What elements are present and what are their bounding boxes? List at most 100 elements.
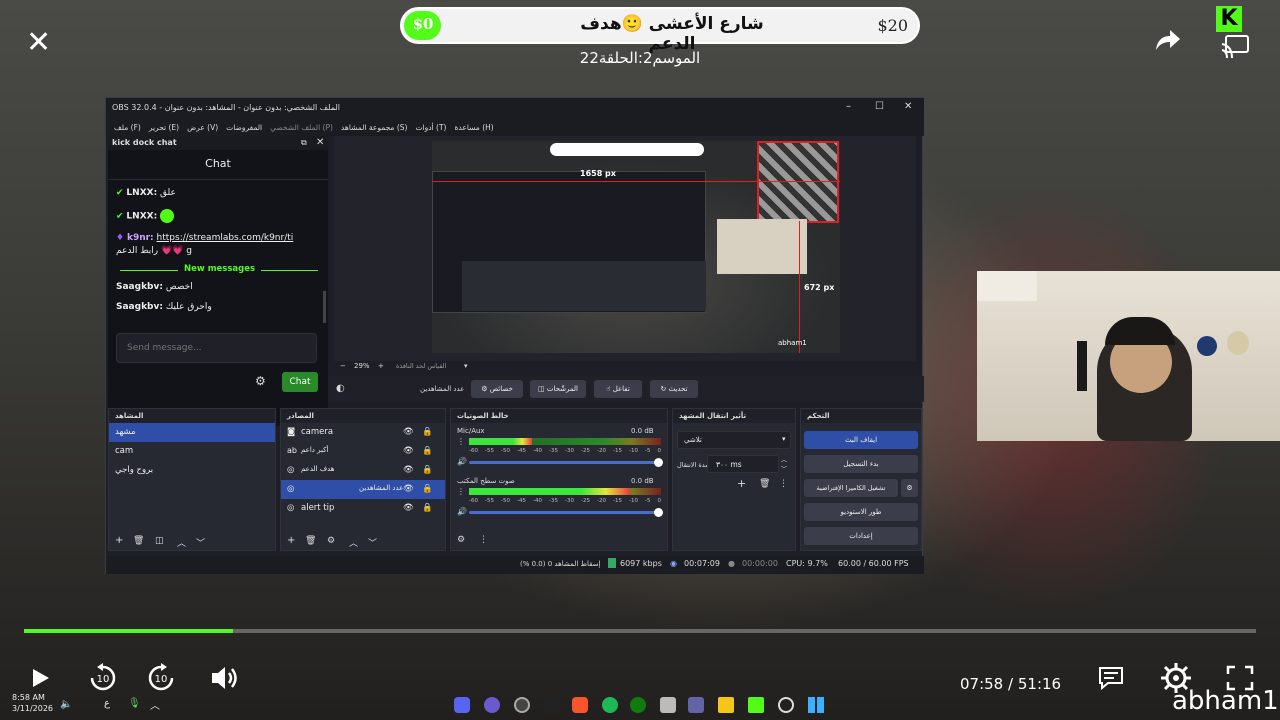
trash-icon[interactable]: 🗑 xyxy=(759,479,770,489)
minimize-icon[interactable]: – xyxy=(846,101,851,112)
lock-icon[interactable]: 🔒 xyxy=(422,446,433,456)
mic-icon[interactable]: 🎙 xyxy=(128,698,141,709)
selection-box[interactable] xyxy=(757,141,839,223)
discord-icon[interactable] xyxy=(454,697,470,713)
menu-edit[interactable]: تحرير (E) xyxy=(149,123,179,132)
speaker-icon[interactable]: 🔊 xyxy=(457,457,467,466)
duration-input[interactable]: ٣٠٠ ms xyxy=(707,455,779,473)
store-icon[interactable] xyxy=(660,697,676,713)
mixer-settings-icon[interactable]: ⚙ xyxy=(457,535,465,545)
xbox-icon[interactable] xyxy=(630,697,646,713)
more-icon[interactable]: ⋮ xyxy=(779,479,788,489)
studio-mode-button[interactable]: طور الاستوديو xyxy=(804,503,918,521)
add-transition-icon[interactable]: + xyxy=(737,477,746,490)
scene-item[interactable]: مشهد xyxy=(109,423,275,442)
lock-icon[interactable]: 🔒 xyxy=(422,484,433,494)
menu-help[interactable]: مساعدة (H) xyxy=(454,123,493,132)
eye-icon[interactable]: 👁 xyxy=(403,484,414,494)
rewind-10-icon[interactable]: 10 xyxy=(88,663,118,693)
scene-item[interactable]: بروح واجي xyxy=(109,461,275,480)
refresh-button[interactable]: ↻ تحديث xyxy=(650,380,698,398)
scale-dropdown[interactable]: القياس لحد النافذة xyxy=(396,362,446,370)
virtual-cam-button[interactable]: تشغيل الكاميرا الإفتراضية xyxy=(804,479,898,497)
spotify-icon[interactable] xyxy=(602,697,618,713)
filters-button[interactable]: ◫ المرشّحات xyxy=(530,380,586,398)
interact-button[interactable]: ☝ تفاعل xyxy=(594,380,642,398)
search-icon[interactable] xyxy=(778,697,794,713)
speaker-icon[interactable]: 🔈 xyxy=(60,699,72,710)
settings-button[interactable]: إعدادات xyxy=(804,527,918,545)
move-up-icon[interactable]: ︿ xyxy=(177,536,186,549)
kick-icon[interactable] xyxy=(748,697,764,713)
more-icon[interactable]: ⋮ xyxy=(457,487,465,496)
eye-icon[interactable]: 👁 xyxy=(403,427,414,437)
speaker-icon[interactable]: 🔊 xyxy=(457,507,467,516)
eye-icon[interactable]: 👁 xyxy=(403,446,414,456)
menu-profile[interactable]: الملف الشخصي (P) xyxy=(270,123,333,132)
eye-icon[interactable]: 👁 xyxy=(403,465,414,475)
menu-docks[interactable]: المفروضات xyxy=(226,123,262,132)
volume-slider[interactable] xyxy=(469,458,663,467)
folder-icon[interactable] xyxy=(718,697,734,713)
add-scene-icon[interactable]: + xyxy=(115,535,123,546)
filter-icon[interactable]: ◫ xyxy=(155,536,164,546)
transition-select[interactable]: تلاشي ▾ xyxy=(677,431,791,449)
volume-icon[interactable] xyxy=(210,665,240,691)
start-record-button[interactable]: بدء التسجيل xyxy=(804,455,918,473)
volume-slider-handle[interactable] xyxy=(654,508,663,517)
scene-item[interactable]: cam xyxy=(109,442,275,461)
menu-view[interactable]: عرض (V) xyxy=(187,123,218,132)
more-icon[interactable]: ⋮ xyxy=(479,535,488,545)
source-item[interactable]: ab أكبر داعم 👁 🔒 xyxy=(281,442,445,461)
menu-scene-collection[interactable]: مجموعة المشاهد (S) xyxy=(341,123,408,132)
stepper-down-icon[interactable]: ﹀ xyxy=(781,464,787,473)
gear-icon[interactable]: ⚙ xyxy=(327,536,335,546)
chat-button[interactable]: Chat xyxy=(282,372,318,392)
forward-10-icon[interactable]: 10 xyxy=(146,663,176,693)
more-icon[interactable]: ⋮ xyxy=(457,437,465,446)
dock-close-icon[interactable]: ✕ xyxy=(316,137,324,148)
chevron-down-icon[interactable]: ▾ xyxy=(464,362,468,370)
dock-float-icon[interactable]: ⧉ xyxy=(301,138,307,148)
donation-link[interactable]: https://streamlabs.com/k9nr/ti xyxy=(157,233,294,243)
maximize-icon[interactable]: ☐ xyxy=(875,101,884,112)
add-source-icon[interactable]: + xyxy=(287,535,295,546)
zoom-in-icon[interactable]: + xyxy=(378,362,384,370)
move-up-icon[interactable]: ︿ xyxy=(349,536,358,549)
video-progress[interactable] xyxy=(24,629,1256,633)
gear-icon[interactable]: ⚙ xyxy=(255,374,266,388)
menu-tools[interactable]: أدوات (T) xyxy=(415,123,446,132)
stop-stream-button[interactable]: ايقاف البث xyxy=(804,431,918,449)
preview-canvas[interactable]: 1658 px 672 px abham1 − 29% + القياس لحد… xyxy=(334,136,916,370)
gear-icon[interactable]: ⚙ xyxy=(901,479,918,497)
play-icon[interactable] xyxy=(28,666,52,690)
windows-icon[interactable] xyxy=(808,697,824,713)
app-icon[interactable] xyxy=(484,697,500,713)
properties-button[interactable]: ⚙ خصائص xyxy=(471,380,523,398)
source-item[interactable]: ◎ هدف الدعم 👁 🔒 xyxy=(281,461,445,480)
move-down-icon[interactable]: ﹀ xyxy=(368,536,377,549)
lock-icon[interactable]: 🔒 xyxy=(422,427,433,437)
volume-slider[interactable] xyxy=(469,508,663,517)
lock-icon[interactable]: 🔒 xyxy=(422,465,433,475)
brave-icon[interactable] xyxy=(572,697,588,713)
teams-icon[interactable] xyxy=(688,697,704,713)
menu-file[interactable]: ملف (F) xyxy=(114,123,141,132)
trash-icon[interactable]: 🗑 xyxy=(133,536,144,546)
chat-icon[interactable] xyxy=(1098,666,1124,690)
tray-chevron-icon[interactable]: ︿ xyxy=(150,697,160,712)
eye-icon[interactable]: 👁 xyxy=(403,503,414,513)
zoom-out-icon[interactable]: − xyxy=(340,362,346,370)
source-item-selected[interactable]: ◎ عدد المشاهدين 👁 🔒 xyxy=(281,480,445,499)
send-message-input[interactable] xyxy=(116,333,317,363)
source-item[interactable]: ◙ camera 👁 🔒 xyxy=(281,423,445,442)
source-item[interactable]: ◎ alert tip 👁 🔒 xyxy=(281,499,445,518)
move-down-icon[interactable]: ﹀ xyxy=(196,536,205,549)
language-indicator[interactable]: ع xyxy=(104,698,110,709)
chat-scrollbar[interactable] xyxy=(323,291,326,323)
volume-slider-handle[interactable] xyxy=(654,458,663,467)
obs-icon[interactable] xyxy=(514,697,530,713)
share-icon[interactable] xyxy=(1154,26,1182,54)
stepper-up-icon[interactable]: ︿ xyxy=(781,455,787,464)
trash-icon[interactable]: 🗑 xyxy=(305,536,316,546)
